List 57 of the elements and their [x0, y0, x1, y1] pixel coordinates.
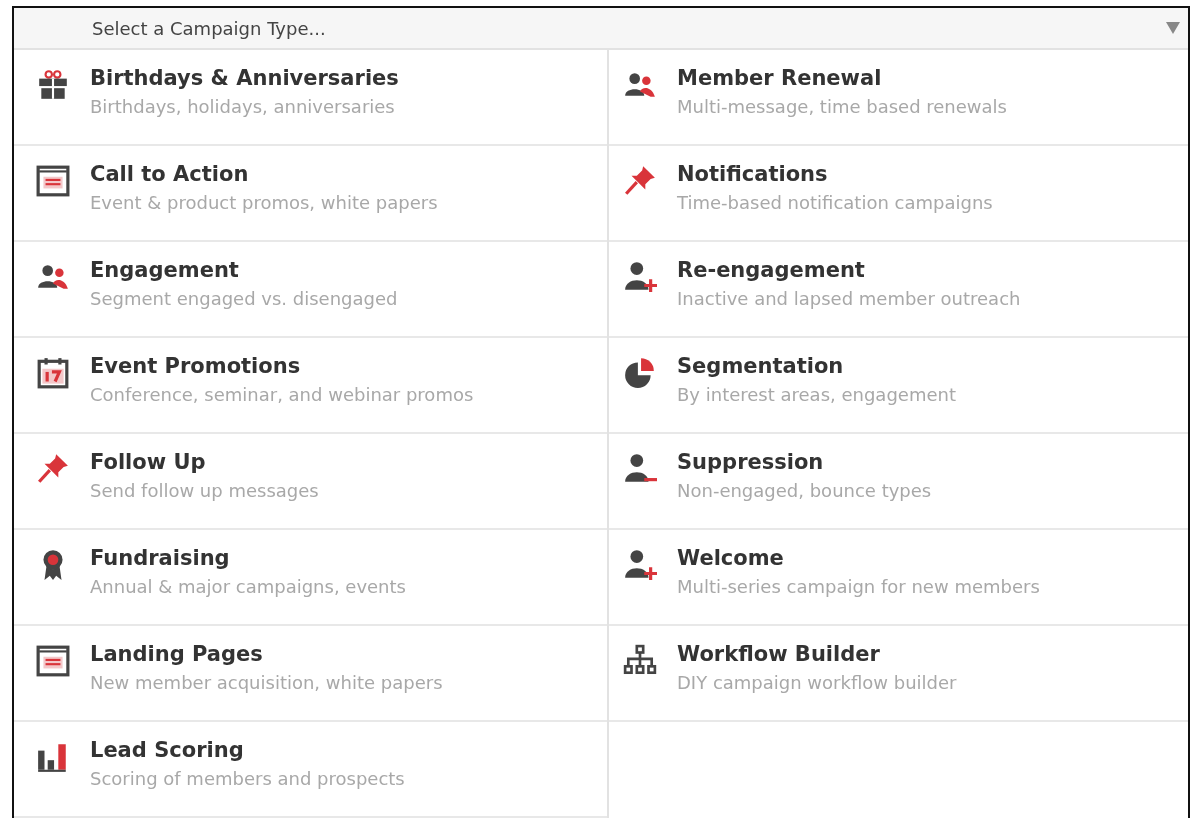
- gift-icon: [36, 68, 70, 102]
- option-description: By interest areas, engagement: [677, 384, 956, 405]
- add-person-icon: [623, 548, 657, 582]
- campaign-type-option[interactable]: Member Renewal Multi-message, time based renewals: [609, 50, 1188, 146]
- select-placeholder: Select a Campaign Type...: [92, 17, 326, 39]
- option-title: Notifications: [677, 162, 829, 186]
- option-title: Event Promotions: [90, 354, 302, 378]
- campaign-type-option[interactable]: Landing Pages New member acquisition, white papers: [14, 626, 607, 722]
- option-title: Segmentation: [677, 354, 845, 378]
- option-description: Birthdays, holidays, anniversaries: [90, 96, 396, 117]
- campaign-type-option[interactable]: Workflow Builder DIY campaign workflow builder: [609, 626, 1188, 722]
- option-title: Suppression: [677, 450, 825, 474]
- campaign-type-option[interactable]: Follow Up Send follow up messages: [14, 434, 607, 530]
- option-title: Engagement: [90, 258, 240, 282]
- option-title: Welcome: [677, 546, 785, 570]
- option-description: Multi-message, time based renewals: [677, 96, 1007, 117]
- option-title: Birthdays & Anniversaries: [90, 66, 399, 90]
- campaign-type-option[interactable]: Re-engagement Inactive and lapsed member outreach: [609, 242, 1188, 338]
- campaign-type-option[interactable]: Birthdays & Anniversaries Birthdays, holidays, anniversaries: [14, 50, 607, 146]
- option-description: Annual & major campaigns, events: [90, 576, 406, 597]
- dropdown-caret-icon: [1166, 22, 1180, 34]
- option-title: Re-engagement: [677, 258, 866, 282]
- option-description: New member acquisition, white papers: [90, 672, 443, 693]
- option-description: Conference, seminar, and webinar promos: [90, 384, 474, 405]
- option-title: Member Renewal: [677, 66, 883, 90]
- pie-chart-icon: [623, 356, 657, 390]
- option-description: Multi-series campaign for new members: [677, 576, 1040, 597]
- campaign-type-option[interactable]: Welcome Multi-series campaign for new members: [609, 530, 1188, 626]
- option-description: Segment engaged vs. disengaged: [90, 288, 398, 309]
- option-title: Lead Scoring: [90, 738, 245, 762]
- campaign-type-option[interactable]: Segmentation By interest areas, engagement: [609, 338, 1188, 434]
- document-icon: [36, 164, 70, 198]
- campaign-type-option[interactable]: Call to Action Event & product promos, white papers: [14, 146, 607, 242]
- option-description: Non-engaged, bounce types: [677, 480, 932, 501]
- option-description: Send follow up messages: [90, 480, 319, 501]
- campaign-type-option[interactable]: Fundraising Annual & major campaigns, events: [14, 530, 607, 626]
- campaign-type-select[interactable]: Select a Campaign Type...: [14, 8, 1188, 50]
- option-description: DIY campaign workflow builder: [677, 672, 957, 693]
- option-title: Fundraising: [90, 546, 231, 570]
- add-person-icon: [623, 260, 657, 294]
- pushpin-icon: [36, 452, 70, 486]
- campaign-type-option[interactable]: Engagement Segment engaged vs. disengaged: [14, 242, 607, 338]
- option-description: Time-based notification campaigns: [677, 192, 993, 213]
- option-description: Inactive and lapsed member outreach: [677, 288, 1021, 309]
- option-description: Event & product promos, white papers: [90, 192, 438, 213]
- pushpin-icon: [623, 164, 657, 198]
- campaign-type-option[interactable]: Event Promotions Conference, seminar, and webinar promos: [14, 338, 607, 434]
- option-title: Workflow Builder: [677, 642, 881, 666]
- campaign-type-option[interactable]: Notifications Time-based notification campaigns: [609, 146, 1188, 242]
- option-title: Follow Up: [90, 450, 207, 474]
- document-icon: [36, 644, 70, 678]
- option-description: Scoring of members and prospects: [90, 768, 405, 789]
- campaign-type-option[interactable]: Lead Scoring Scoring of members and prospects: [14, 722, 607, 818]
- campaign-type-option[interactable]: Suppression Non-engaged, bounce types: [609, 434, 1188, 530]
- calendar-icon: [36, 356, 70, 390]
- option-title: Landing Pages: [90, 642, 264, 666]
- option-title: Call to Action: [90, 162, 250, 186]
